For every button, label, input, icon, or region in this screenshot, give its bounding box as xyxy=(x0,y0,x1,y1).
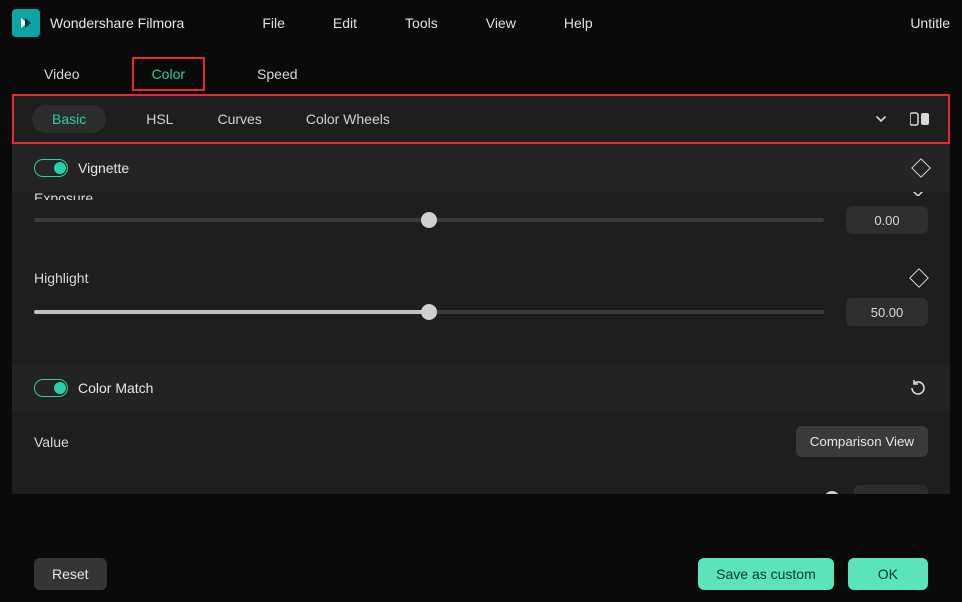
vignette-section: Vignette xyxy=(12,144,950,192)
keyframe-half-icon[interactable] xyxy=(910,192,926,196)
tab-color[interactable]: Color xyxy=(132,57,205,91)
color-match-body: Value Comparison View 100 % xyxy=(12,412,950,494)
compare-view-icon[interactable] xyxy=(910,112,930,126)
menu-bar: Wondershare Filmora File Edit Tools View… xyxy=(0,0,962,46)
menu-file[interactable]: File xyxy=(262,15,285,31)
subtab-basic[interactable]: Basic xyxy=(32,105,106,133)
exposure-slider[interactable] xyxy=(34,211,824,229)
reset-button[interactable]: Reset xyxy=(34,558,107,590)
scroll-area: Exposure 0.00 xyxy=(12,192,950,494)
menu-help[interactable]: Help xyxy=(564,15,593,31)
color-match-value-unit: % xyxy=(906,492,918,495)
keyframe-diamond-icon[interactable] xyxy=(911,158,931,178)
reset-circle-icon[interactable] xyxy=(908,378,928,398)
document-title: Untitle xyxy=(910,15,950,31)
ok-button[interactable]: OK xyxy=(848,558,928,590)
menu-view[interactable]: View xyxy=(486,15,516,31)
exposure-block: Exposure 0.00 xyxy=(12,192,950,244)
highlight-value[interactable]: 50.00 xyxy=(846,298,928,326)
menu-tools[interactable]: Tools xyxy=(405,15,438,31)
properties-panel: Video Color Speed Basic HSL Curves Color… xyxy=(12,54,950,600)
color-match-section: Color Match xyxy=(12,364,950,412)
color-match-value-number: 100 xyxy=(864,492,886,495)
subtab-hsl[interactable]: HSL xyxy=(146,111,173,127)
comparison-view-button[interactable]: Comparison View xyxy=(796,426,928,457)
value-label: Value xyxy=(34,434,69,450)
app-name: Wondershare Filmora xyxy=(50,15,184,31)
exposure-value[interactable]: 0.00 xyxy=(846,206,928,234)
highlight-block: Highlight 50.00 xyxy=(12,262,950,336)
vignette-toggle[interactable] xyxy=(34,159,68,177)
highlight-slider[interactable] xyxy=(34,303,824,321)
keyframe-diamond-icon[interactable] xyxy=(909,268,929,288)
toggle-knob-icon xyxy=(54,162,66,174)
app-logo-icon xyxy=(12,9,40,37)
tab-speed[interactable]: Speed xyxy=(257,59,297,89)
subtab-color-wheels[interactable]: Color Wheels xyxy=(306,111,390,127)
subtab-curves[interactable]: Curves xyxy=(217,111,261,127)
highlight-label: Highlight xyxy=(34,270,88,286)
color-match-slider[interactable] xyxy=(34,490,832,494)
footer-actions: Reset Save as custom OK xyxy=(34,516,928,590)
toggle-knob-icon xyxy=(54,382,66,394)
save-as-custom-button[interactable]: Save as custom xyxy=(698,558,834,590)
top-tabs: Video Color Speed xyxy=(12,54,950,94)
color-match-toggle[interactable] xyxy=(34,379,68,397)
tab-video[interactable]: Video xyxy=(44,59,80,89)
exposure-label: Exposure xyxy=(34,192,93,200)
color-subtabs: Basic HSL Curves Color Wheels xyxy=(12,94,950,144)
collapse-icon[interactable] xyxy=(874,112,888,126)
vignette-label: Vignette xyxy=(78,160,129,176)
color-match-value[interactable]: 100 % xyxy=(854,485,928,494)
color-match-label: Color Match xyxy=(78,380,153,396)
menu-edit[interactable]: Edit xyxy=(333,15,357,31)
